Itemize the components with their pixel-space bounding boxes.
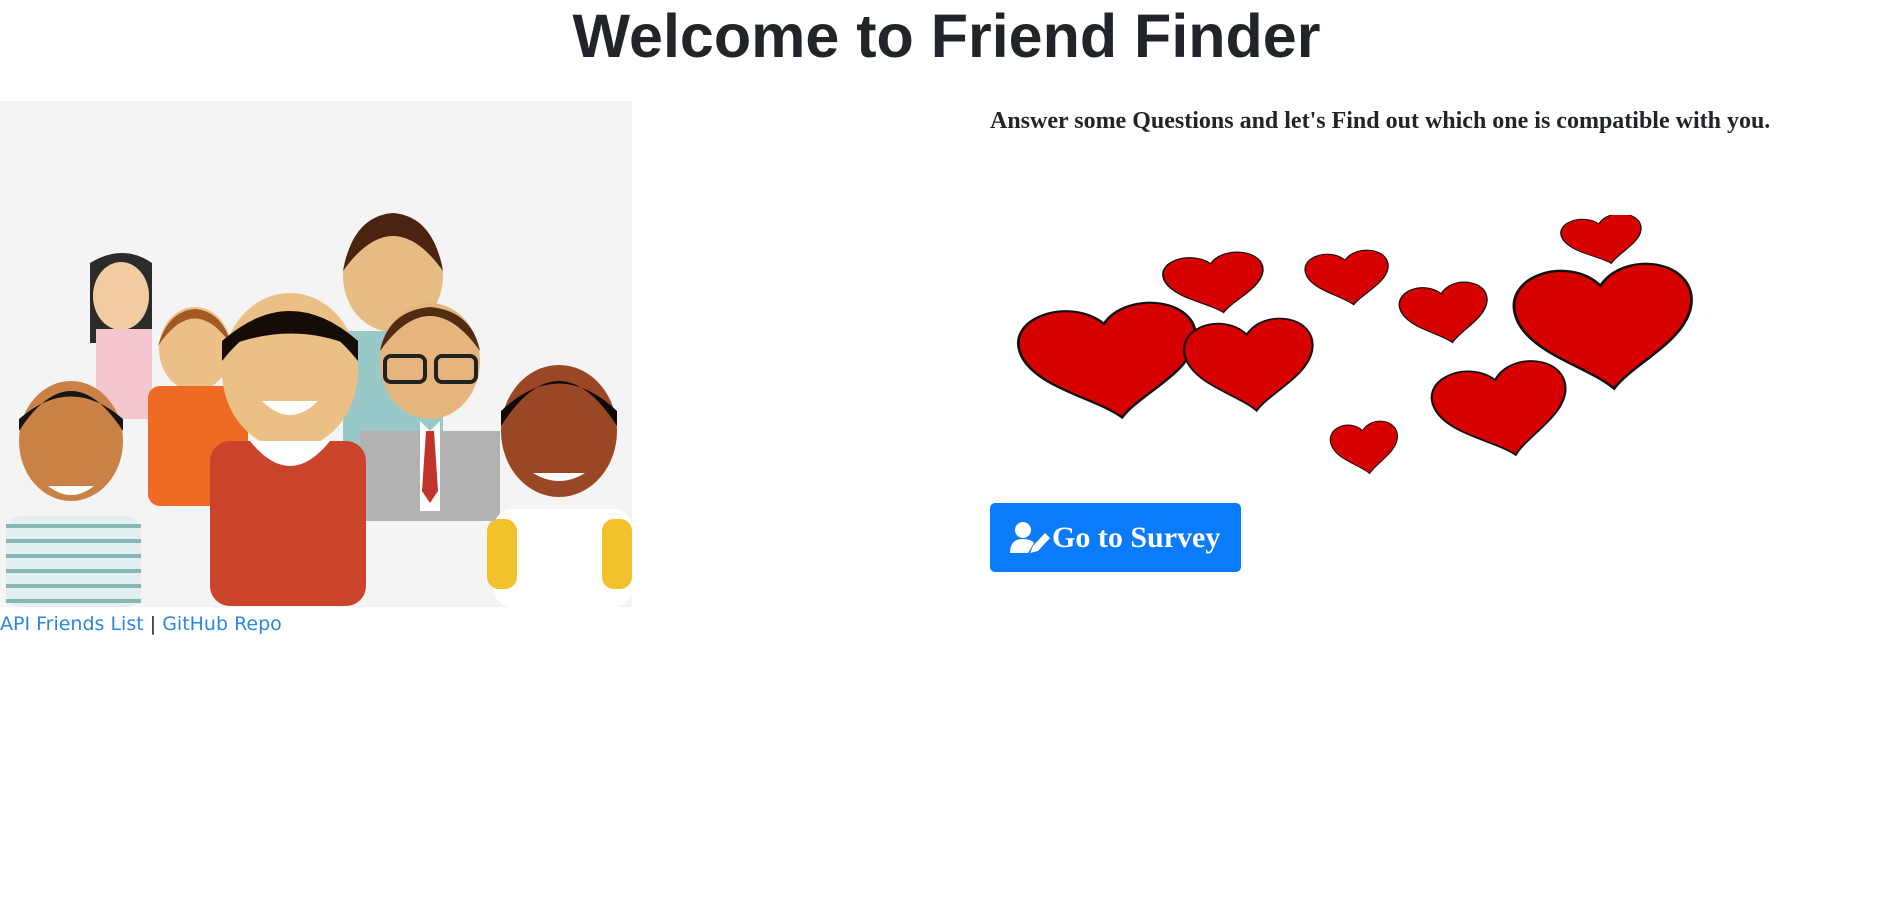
link-separator: | xyxy=(149,613,157,635)
go-to-survey-label: Go to Survey xyxy=(1052,520,1221,554)
github-repo-link[interactable]: GitHub Repo xyxy=(162,613,282,635)
go-to-survey-button[interactable]: Go to Survey xyxy=(990,503,1241,572)
user-edit-icon xyxy=(1010,521,1050,555)
footer-links: API Friends List | GitHub Repo xyxy=(0,612,282,636)
tagline: Answer some Questions and let's Find out… xyxy=(990,108,1771,134)
person-right xyxy=(487,365,632,607)
page-title: Welcome to Friend Finder xyxy=(572,2,1321,70)
person-center xyxy=(210,293,366,606)
hearts-illustration xyxy=(1011,215,1704,475)
people-illustration xyxy=(0,101,632,607)
api-friends-list-link[interactable]: API Friends List xyxy=(0,613,144,635)
